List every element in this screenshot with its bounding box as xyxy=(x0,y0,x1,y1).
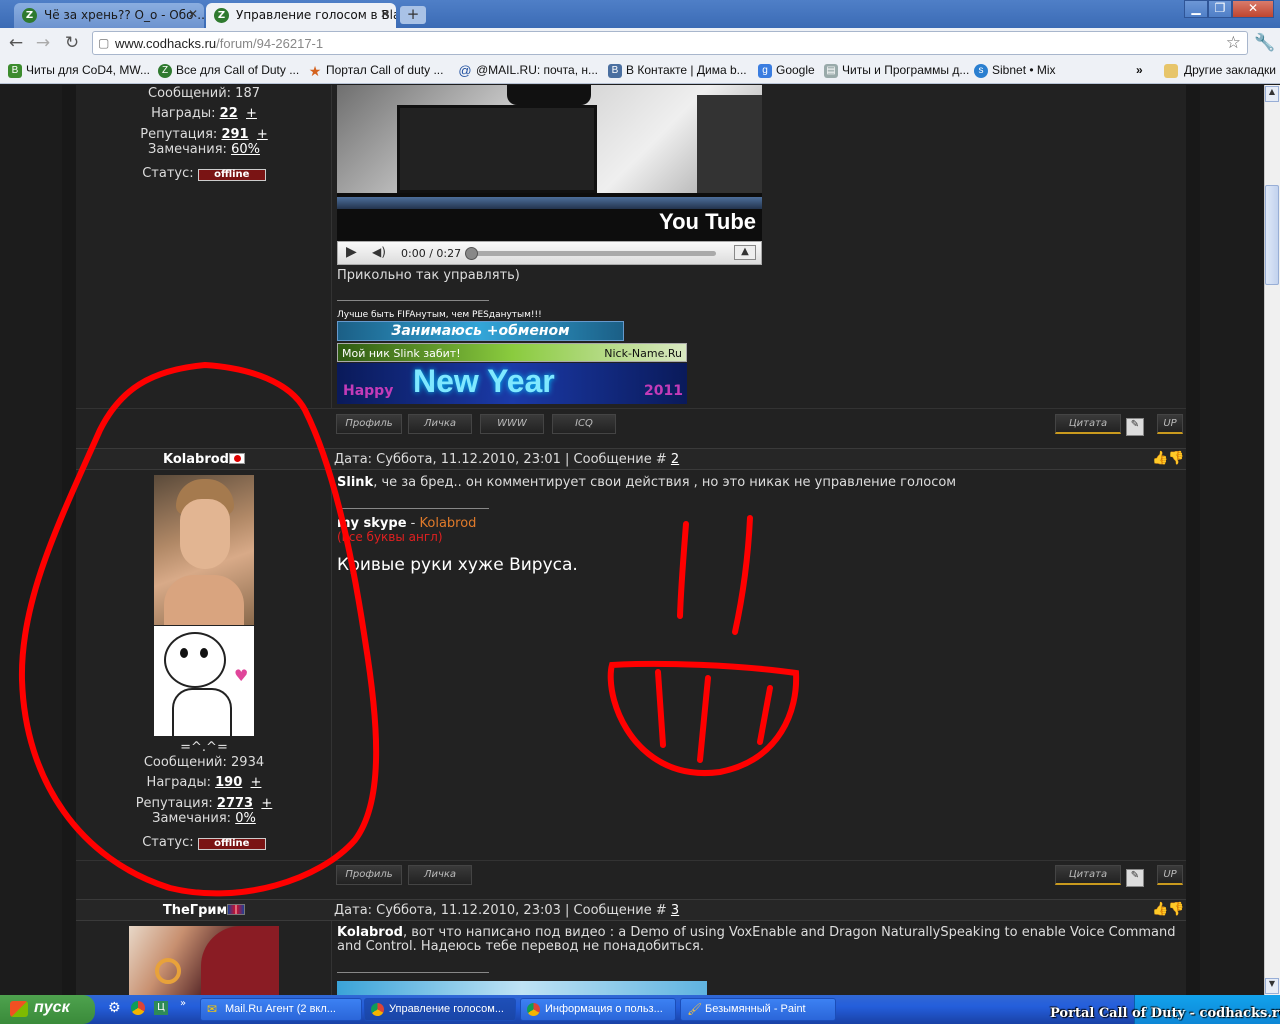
quicklaunch-more-icon[interactable]: » xyxy=(180,998,186,1009)
scroll-up-arrow-icon[interactable]: ▲ xyxy=(1265,86,1279,102)
chrome-icon xyxy=(371,1003,384,1016)
red-tooth-annotation xyxy=(757,685,773,745)
red-annotations xyxy=(18,361,800,897)
red-circle-annotation xyxy=(18,361,380,897)
paint-icon: 🖌 xyxy=(687,1002,703,1016)
windows-logo-icon xyxy=(10,1001,28,1017)
taskbar-item-mail-agent[interactable]: ✉ Mail.Ru Агент (2 вкл... xyxy=(200,998,362,1021)
scroll-down-arrow-icon[interactable]: ▼ xyxy=(1265,978,1279,994)
agent-quicklaunch-icon[interactable]: Ц xyxy=(154,1001,168,1015)
quicklaunch-icon[interactable]: ⚙ xyxy=(108,1000,121,1016)
scrollbar-thumb[interactable] xyxy=(1265,185,1279,285)
mail-agent-icon: ✉ xyxy=(207,1002,218,1016)
red-tooth-annotation xyxy=(697,675,711,763)
red-eye-right-annotation xyxy=(732,515,753,635)
chrome-icon xyxy=(527,1003,540,1016)
taskbar-item-chrome-voice[interactable]: Управление голосом... xyxy=(364,998,516,1021)
red-eye-left-annotation xyxy=(677,521,689,619)
red-tooth-annotation xyxy=(655,669,666,748)
taskbar-item-chrome-info[interactable]: Информация о польз... xyxy=(520,998,676,1021)
chrome-quicklaunch-icon[interactable] xyxy=(131,1001,145,1015)
start-button[interactable]: пуск xyxy=(0,995,95,1024)
taskbar-item-paint[interactable]: 🖌 Безымянный - Paint xyxy=(680,998,836,1021)
site-watermark: Portal Call of Duty - codhacks.ru xyxy=(1050,1006,1280,1021)
